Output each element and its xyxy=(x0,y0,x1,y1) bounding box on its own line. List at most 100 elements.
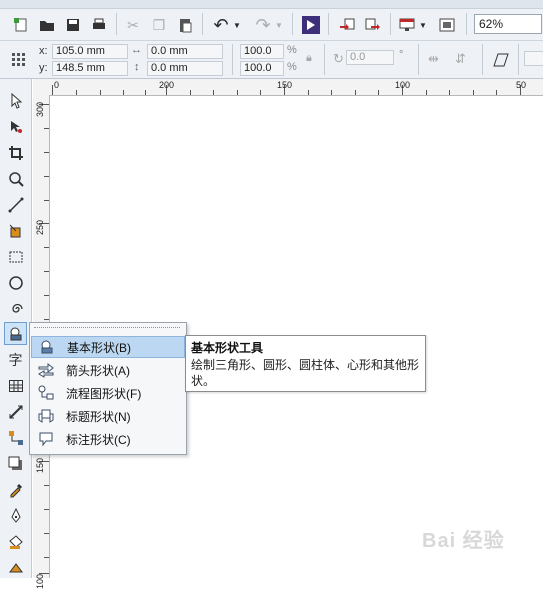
app-launcher-icon[interactable] xyxy=(436,14,458,36)
flyout-item-label: 标题形状(N) xyxy=(66,409,131,424)
x-label: x: xyxy=(39,45,48,57)
banner-shapes-icon xyxy=(36,408,56,424)
pick-tool-icon[interactable] xyxy=(4,89,27,112)
interactive-fill-tool-icon[interactable] xyxy=(4,556,27,579)
mirror-vertical-icon[interactable]: ⇵ xyxy=(455,51,466,67)
ruler-label: 50 xyxy=(516,80,527,90)
percent-label: % xyxy=(287,61,297,73)
connector-tool-icon[interactable] xyxy=(4,426,27,449)
arrow-shapes-icon xyxy=(36,362,56,378)
ellipse-tool-icon[interactable] xyxy=(4,271,27,294)
ruler-label: 100 xyxy=(35,573,45,589)
tooltip-body: 绘制三角形、圆形、圆柱体、心形和其他形状。 xyxy=(191,358,420,388)
redo-dropdown-icon[interactable]: ▼ xyxy=(274,14,284,36)
width-icon: ↔ xyxy=(131,44,142,56)
rotate-icon: ↻ xyxy=(333,51,344,66)
paste-icon[interactable] xyxy=(174,14,196,36)
smart-fill-tool-icon[interactable] xyxy=(4,219,27,242)
publish-icon[interactable] xyxy=(396,14,418,36)
scale-x-field[interactable]: 100.0 xyxy=(240,44,284,59)
mirror-horizontal-icon[interactable]: ⇹ xyxy=(428,51,439,67)
tooltip-title: 基本形状工具 xyxy=(191,341,264,355)
page-reference-grid-icon[interactable] xyxy=(8,49,30,71)
toolbar-separator xyxy=(232,44,233,75)
y-label: y: xyxy=(39,62,48,74)
flyout-item-banner-shapes[interactable]: 标题形状(N) xyxy=(31,405,185,427)
toolbar-separator xyxy=(418,44,419,75)
new-document-icon[interactable] xyxy=(10,14,32,36)
shape-tool-icon[interactable] xyxy=(4,115,27,138)
skew-icon[interactable] xyxy=(490,49,512,71)
ruler-label: 150 xyxy=(35,457,45,473)
flyout-item-arrow-shapes[interactable]: 箭头形状(A) xyxy=(31,359,185,381)
outline-width-field[interactable] xyxy=(524,51,543,66)
ruler-label: 100 xyxy=(395,80,411,90)
toolbar-separator xyxy=(466,13,467,35)
title-strip xyxy=(0,0,543,9)
basic-shapes-tool-icon[interactable] xyxy=(4,322,27,345)
callout-shapes-icon xyxy=(36,431,56,447)
toolbar-separator xyxy=(390,13,391,35)
width-field[interactable]: 0.0 mm xyxy=(147,44,223,59)
outline-pen-tool-icon[interactable] xyxy=(4,504,27,527)
flyout-item-label: 箭头形状(A) xyxy=(66,363,130,378)
undo-dropdown-icon[interactable]: ▼ xyxy=(232,14,242,36)
save-icon[interactable] xyxy=(62,14,84,36)
flyout-grip[interactable] xyxy=(34,327,180,331)
toolbar-separator xyxy=(324,44,325,75)
rectangle-tool-icon[interactable] xyxy=(4,245,27,268)
text-tool-icon[interactable]: 字 xyxy=(4,348,27,371)
spiral-tool-icon[interactable] xyxy=(4,297,27,320)
cut-icon[interactable]: ✂ xyxy=(122,14,144,36)
flyout-item-label: 标注形状(C) xyxy=(66,432,131,447)
drop-shadow-tool-icon[interactable] xyxy=(4,452,27,475)
height-field[interactable]: 0.0 mm xyxy=(147,61,223,76)
basic-shapes-icon xyxy=(37,339,57,355)
toolbar-separator xyxy=(482,44,483,75)
flyout-item-basic-shapes[interactable]: 基本形状(B) xyxy=(31,336,185,358)
basic-shapes-flyout: 基本形状(B) 箭头形状(A) 流程图形状(F) 标题形状(N) 标注形状(C) xyxy=(29,322,187,455)
flyout-item-label: 基本形状(B) xyxy=(67,340,131,355)
flyout-item-flowchart-shapes[interactable]: 流程图形状(F) xyxy=(31,382,185,404)
flyout-item-callout-shapes[interactable]: 标注形状(C) xyxy=(31,428,185,450)
crop-tool-icon[interactable] xyxy=(4,141,27,164)
open-icon[interactable] xyxy=(36,14,58,36)
ruler-label: 150 xyxy=(277,80,293,90)
scale-y-field[interactable]: 100.0 xyxy=(240,61,284,76)
undo-icon[interactable]: ↶ xyxy=(210,14,232,36)
redo-icon[interactable]: ↷ xyxy=(252,14,274,36)
standard-toolbar: ✂ ❐ ↶ ▼ ↷ ▼ ▼ xyxy=(0,9,543,41)
fill-tool-icon[interactable] xyxy=(4,530,27,553)
eyedropper-tool-icon[interactable] xyxy=(4,478,27,501)
toolbox: 字 xyxy=(0,79,32,578)
ruler-label: 250 xyxy=(35,219,45,235)
zoom-tool-icon[interactable] xyxy=(4,167,27,190)
flyout-item-label: 流程图形状(F) xyxy=(66,386,142,401)
toolbar-separator xyxy=(328,13,329,35)
search-content-icon[interactable] xyxy=(300,14,322,36)
flowchart-shapes-icon xyxy=(36,385,56,401)
ruler-label: 0 xyxy=(54,80,60,90)
export-icon[interactable] xyxy=(362,14,384,36)
ruler-label: 300 xyxy=(35,101,45,117)
property-bar: x: 105.0 mm y: 148.5 mm ↔ 0.0 mm ↕ 0.0 m… xyxy=(0,41,543,79)
lock-ratio-icon[interactable]: 🔒︎ xyxy=(306,52,312,65)
publish-dropdown-icon[interactable]: ▼ xyxy=(418,14,428,36)
tool-tooltip: 基本形状工具 绘制三角形、圆形、圆柱体、心形和其他形状。 xyxy=(185,335,426,392)
horizontal-ruler[interactable]: 0 200 150 100 50 xyxy=(33,79,543,96)
print-icon[interactable] xyxy=(88,14,110,36)
y-position-field[interactable]: 148.5 mm xyxy=(52,61,128,76)
rotation-angle-field[interactable]: 0.0 xyxy=(346,50,394,65)
x-position-field[interactable]: 105.0 mm xyxy=(52,44,128,59)
ruler-label: 200 xyxy=(159,80,175,90)
dimension-tool-icon[interactable] xyxy=(4,400,27,423)
degree-label: ° xyxy=(399,49,404,61)
copy-icon[interactable]: ❐ xyxy=(148,14,170,36)
table-tool-icon[interactable] xyxy=(4,374,27,397)
watermark: Bai 经验 xyxy=(422,530,505,552)
zoom-level-combo[interactable]: 62% xyxy=(474,14,542,34)
import-icon[interactable] xyxy=(336,14,358,36)
toolbar-separator xyxy=(202,13,203,35)
toolbar-separator xyxy=(292,13,293,35)
freehand-tool-icon[interactable] xyxy=(4,193,27,216)
